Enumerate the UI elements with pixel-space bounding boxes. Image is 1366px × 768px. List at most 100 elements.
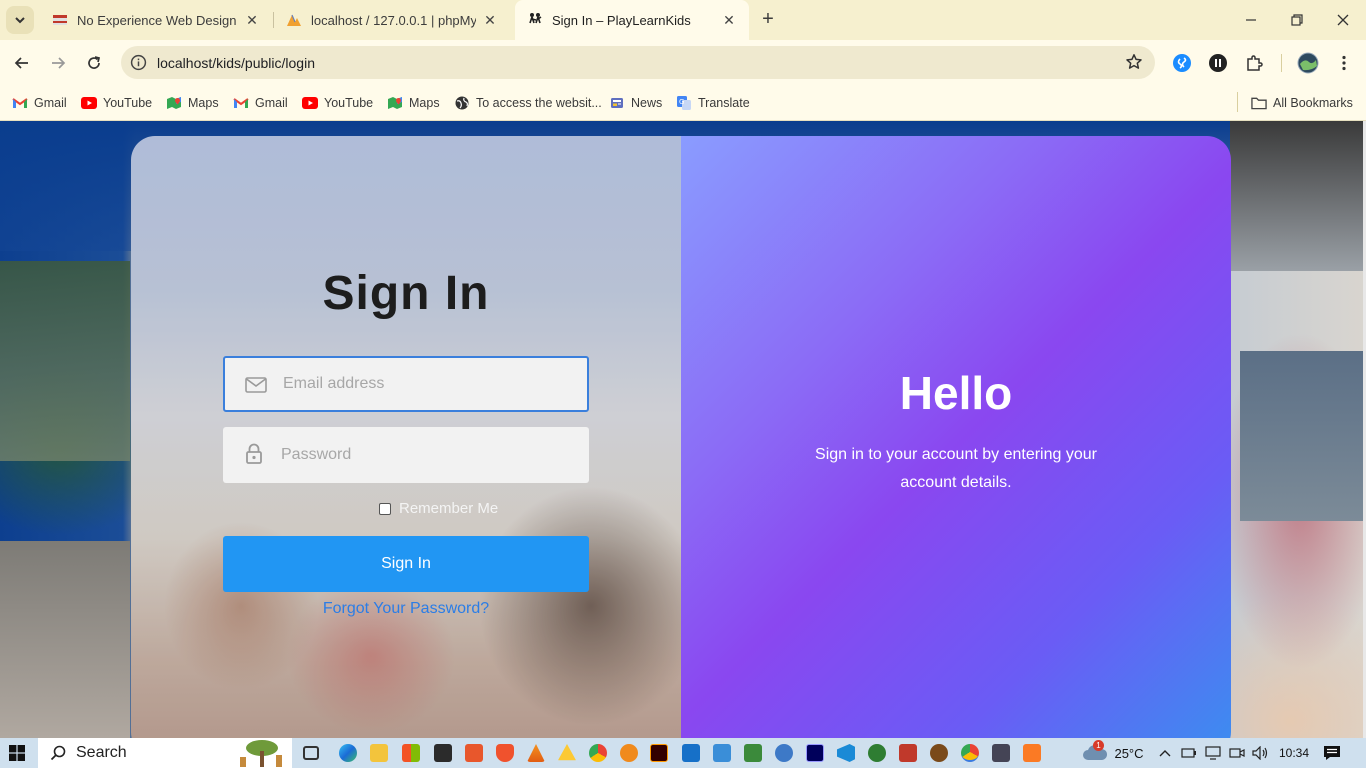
tab-title: localhost / 127.0.0.1 | phpMyAdmin bbox=[311, 12, 476, 28]
remember-me-checkbox[interactable] bbox=[379, 502, 391, 515]
avatar bbox=[1297, 52, 1319, 74]
extensions-button[interactable] bbox=[1243, 52, 1265, 74]
adobe-audition-icon[interactable] bbox=[806, 744, 824, 762]
file-explorer-icon[interactable] bbox=[370, 744, 388, 762]
browser-menu-button[interactable] bbox=[1333, 52, 1355, 74]
temperature: 25°C bbox=[1114, 745, 1144, 761]
weather-widget[interactable]: 1 25°C bbox=[1078, 740, 1148, 761]
bookmark-label: Maps bbox=[188, 96, 219, 110]
app-monitor-icon[interactable] bbox=[992, 744, 1010, 762]
puzzle-icon bbox=[1247, 55, 1263, 71]
forward-button[interactable] bbox=[44, 49, 72, 77]
reload-button[interactable] bbox=[80, 49, 108, 77]
bookmark-translate[interactable]: G Translate bbox=[676, 92, 750, 114]
tab-search-button[interactable] bbox=[6, 6, 34, 34]
bookmark-star-icon[interactable] bbox=[1125, 53, 1143, 71]
password-input[interactable] bbox=[281, 427, 571, 483]
close-window-button[interactable] bbox=[1320, 0, 1366, 40]
volume-tray[interactable] bbox=[1251, 745, 1269, 761]
bookmarks-bar: Gmail YouTube Maps Gmail YouTube Maps To… bbox=[0, 86, 1366, 121]
email-input[interactable] bbox=[283, 358, 573, 410]
tab-web-design[interactable]: No Experience Web Design and ✕ bbox=[40, 0, 272, 40]
network-tray[interactable] bbox=[1204, 745, 1222, 761]
microsoft-store-icon[interactable] bbox=[402, 744, 420, 762]
app-orange-icon[interactable] bbox=[930, 744, 948, 762]
app-globe-icon[interactable] bbox=[775, 744, 793, 762]
close-tab-icon[interactable]: ✕ bbox=[721, 12, 737, 28]
remember-me[interactable]: Remember Me bbox=[379, 500, 498, 517]
back-button[interactable] bbox=[8, 49, 36, 77]
extension-shazam[interactable] bbox=[1171, 52, 1193, 74]
adobe-illustrator-icon[interactable] bbox=[650, 744, 668, 762]
profile-button[interactable] bbox=[1297, 52, 1319, 74]
camera-tray[interactable] bbox=[1228, 745, 1246, 761]
app-nb-icon[interactable] bbox=[682, 744, 700, 762]
bookmark-maps[interactable]: Maps bbox=[166, 92, 219, 114]
chevron-up-icon bbox=[1159, 750, 1171, 757]
maps-icon bbox=[166, 95, 182, 111]
brave-icon[interactable] bbox=[496, 744, 514, 762]
google-drive-icon[interactable] bbox=[558, 744, 576, 761]
arrow-left-icon bbox=[14, 57, 28, 69]
email-field[interactable] bbox=[223, 356, 589, 412]
tab-phpmyadmin[interactable]: localhost / 127.0.0.1 | phpMyAdmin ✕ bbox=[274, 0, 510, 40]
app-green-icon[interactable] bbox=[744, 744, 762, 762]
address-bar[interactable]: localhost/kids/public/login bbox=[121, 46, 1155, 79]
close-tab-icon[interactable]: ✕ bbox=[482, 12, 498, 28]
battery-tray[interactable] bbox=[1180, 745, 1198, 761]
bookmark-gmail[interactable]: Gmail bbox=[233, 92, 288, 114]
extension-dark[interactable] bbox=[1207, 52, 1229, 74]
camera-icon bbox=[1229, 748, 1245, 758]
edge-icon[interactable] bbox=[339, 744, 357, 762]
bookmark-label: Translate bbox=[698, 96, 750, 110]
bookmark-news[interactable]: News bbox=[609, 92, 662, 114]
background-photo-right bbox=[1230, 121, 1366, 271]
tab-title: No Experience Web Design and bbox=[77, 12, 238, 28]
forgot-password-link[interactable]: Forgot Your Password? bbox=[223, 600, 589, 618]
bookmark-maps[interactable]: Maps bbox=[387, 92, 440, 114]
bookmark-youtube[interactable]: YouTube bbox=[302, 92, 373, 114]
clock[interactable]: 10:34 bbox=[1278, 745, 1310, 761]
bookmark-label: To access the websit... bbox=[476, 96, 602, 110]
bookmark-gmail[interactable]: Gmail bbox=[12, 92, 67, 114]
close-tab-icon[interactable]: ✕ bbox=[244, 12, 260, 28]
vscode-icon[interactable] bbox=[837, 744, 855, 762]
hello-subtitle: Sign in to your account by entering your… bbox=[815, 446, 1097, 491]
app-leaf-icon[interactable] bbox=[868, 744, 886, 762]
sign-in-button[interactable]: Sign In bbox=[223, 536, 589, 592]
windows-start-icon[interactable] bbox=[9, 745, 25, 761]
minimize-button[interactable] bbox=[1228, 0, 1274, 40]
arrow-right-icon bbox=[52, 57, 66, 69]
new-tab-button[interactable]: + bbox=[756, 8, 780, 32]
background-photo-shelf bbox=[0, 261, 130, 461]
restore-button[interactable] bbox=[1274, 0, 1320, 40]
mail-icon[interactable] bbox=[434, 744, 452, 762]
bookmark-access-website[interactable]: To access the websit... bbox=[454, 92, 602, 114]
office-icon[interactable] bbox=[465, 744, 483, 762]
bookmark-label: News bbox=[631, 96, 663, 110]
gmail-icon bbox=[12, 95, 28, 111]
password-field[interactable] bbox=[223, 427, 589, 483]
signin-title: Sign In bbox=[322, 267, 490, 320]
chrome-icon[interactable] bbox=[589, 744, 607, 762]
speaker-icon bbox=[1252, 746, 1268, 760]
search-everything-icon[interactable] bbox=[620, 744, 638, 762]
all-bookmarks-button[interactable]: All Bookmarks bbox=[1251, 92, 1353, 114]
url-text[interactable]: localhost/kids/public/login bbox=[157, 55, 315, 71]
chrome-active-icon[interactable] bbox=[961, 744, 979, 762]
envelope-icon bbox=[245, 375, 267, 395]
taskbar-search-box[interactable]: Search bbox=[38, 738, 292, 768]
tab-sign-in[interactable]: Sign In – PlayLearnKids ✕ bbox=[515, 0, 749, 40]
restore-icon bbox=[1291, 14, 1303, 26]
show-hidden-icons[interactable] bbox=[1157, 745, 1173, 761]
vlc-icon[interactable] bbox=[527, 744, 545, 762]
notifications-button[interactable] bbox=[1322, 745, 1342, 761]
app-blue-icon[interactable] bbox=[713, 744, 731, 762]
app-tools-icon[interactable] bbox=[899, 744, 917, 762]
search-icon bbox=[50, 745, 66, 761]
task-view-icon[interactable] bbox=[303, 746, 319, 760]
hello-title: Hello bbox=[899, 367, 1013, 419]
site-info-icon[interactable] bbox=[130, 54, 147, 71]
bookmark-youtube[interactable]: YouTube bbox=[81, 92, 152, 114]
xampp-icon[interactable] bbox=[1023, 744, 1041, 762]
